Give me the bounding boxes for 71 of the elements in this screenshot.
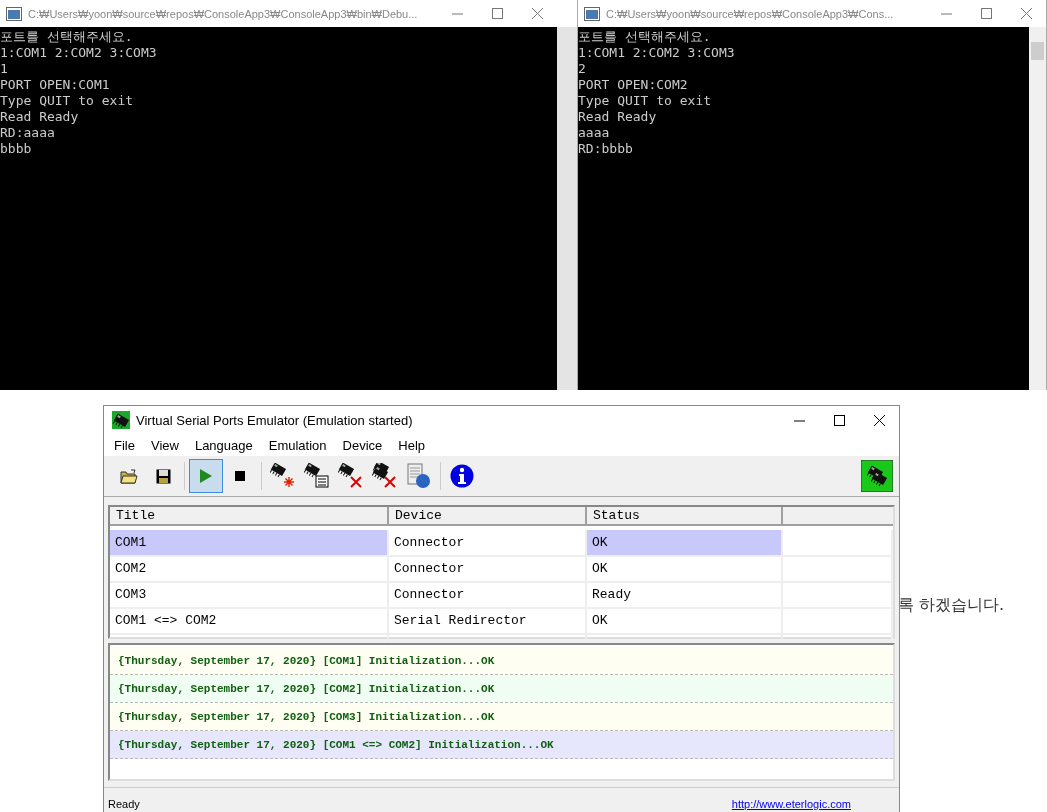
folder-icon	[120, 468, 138, 484]
table-cell[interactable]: COM2	[110, 556, 389, 583]
menu-item[interactable]: Help	[390, 435, 434, 455]
maximize-icon	[833, 414, 845, 426]
console-line: Read Ready	[0, 109, 80, 125]
background-text: 록 하겠습니다.	[898, 595, 1005, 616]
maximize-icon	[980, 8, 992, 19]
log-entry: {Thursday, September 17, 2020} [COM1 <=> COM2] Initialization...OK	[110, 731, 893, 759]
website-link[interactable]: http://www.eterlogic.com	[731, 798, 851, 810]
table-cell[interactable]: Connector	[389, 556, 587, 583]
column-header[interactable]	[783, 507, 893, 526]
console-line: Read Ready	[578, 109, 658, 125]
menu-item[interactable]: Emulation	[260, 435, 335, 455]
console-line: 1:COM1 2:COM2 3:COM3	[0, 45, 158, 61]
menu-item[interactable]: Language	[186, 435, 261, 455]
scrollbar[interactable]	[1029, 27, 1046, 390]
menu-item[interactable]: File	[106, 435, 143, 455]
log-entry: {Thursday, September 17, 2020} [COM1] Initialization...OK	[110, 647, 893, 675]
table-cell[interactable]: OK	[587, 608, 783, 635]
console-icon	[584, 6, 600, 21]
log-entry: {Thursday, September 17, 2020} [COM2] Initialization...OK	[110, 675, 893, 703]
table-cell[interactable]: COM1 <=> COM2	[110, 608, 389, 635]
close-icon	[873, 414, 885, 426]
table-cell[interactable]: OK	[587, 556, 783, 583]
app-logo-icon	[861, 460, 893, 492]
log-entry: {Thursday, September 17, 2020} [COM3] Initialization...OK	[110, 703, 893, 731]
device-star-icon	[270, 463, 296, 489]
column-header[interactable]: Device	[389, 507, 587, 526]
window-title: Virtual Serial Ports Emulator (Emulation started)	[136, 412, 414, 428]
console-line: RD:bbbb	[578, 141, 634, 157]
maximize-icon	[491, 8, 503, 19]
console-line: 2	[578, 61, 587, 77]
console-line: 포트를 선택해주세요.	[0, 29, 134, 45]
app-icon	[112, 411, 130, 429]
table-cell[interactable]: Ready	[587, 582, 783, 609]
window-title: C:₩Users₩yoon₩source₩repos₩ConsoleApp3₩ConsoleApp3₩bin₩Debu...	[28, 7, 419, 20]
column-header[interactable]: Title	[110, 507, 389, 526]
status-text: Ready	[108, 798, 140, 810]
console-line: RD:aaaa	[0, 125, 56, 141]
console-line: 1	[0, 61, 9, 77]
menu-item[interactable]: View	[142, 435, 187, 455]
console-line: aaaa	[578, 125, 611, 141]
console-line: bbbb	[0, 141, 33, 157]
table-cell[interactable]	[783, 608, 893, 635]
column-header[interactable]: Status	[587, 507, 783, 526]
table-cell[interactable]: COM3	[110, 582, 389, 609]
device-cross-icon	[338, 463, 364, 489]
info-icon	[450, 464, 474, 488]
table-cell[interactable]	[783, 530, 893, 557]
devices-cross-icon	[372, 463, 398, 489]
console-line: 포트를 선택해주세요.	[578, 29, 712, 45]
table-cell[interactable]: COM1	[110, 530, 389, 557]
table-cell[interactable]: Serial Redirector	[389, 608, 587, 635]
console-line: Type QUIT to exit	[0, 93, 135, 109]
table-cell[interactable]: OK	[587, 530, 783, 557]
console-line: 1:COM1 2:COM2 3:COM3	[578, 45, 736, 61]
console-line: Type QUIT to exit	[578, 93, 713, 109]
stop-icon	[235, 471, 245, 481]
table-cell[interactable]	[783, 556, 893, 583]
console-icon	[6, 6, 22, 21]
table-cell[interactable]: Connector	[389, 582, 587, 609]
close-icon	[531, 8, 543, 19]
device-document-icon	[304, 463, 330, 489]
close-icon	[1020, 8, 1032, 19]
menu-item[interactable]: Device	[334, 435, 391, 455]
play-icon	[199, 469, 213, 483]
window-title: C:₩Users₩yoon₩source₩repos₩ConsoleApp3₩Cons...	[606, 7, 895, 20]
console-line: PORT OPEN:COM1	[0, 77, 111, 93]
table-cell[interactable]	[783, 582, 893, 609]
console-line: PORT OPEN:COM2	[578, 77, 689, 93]
list-globe-icon	[407, 463, 431, 489]
